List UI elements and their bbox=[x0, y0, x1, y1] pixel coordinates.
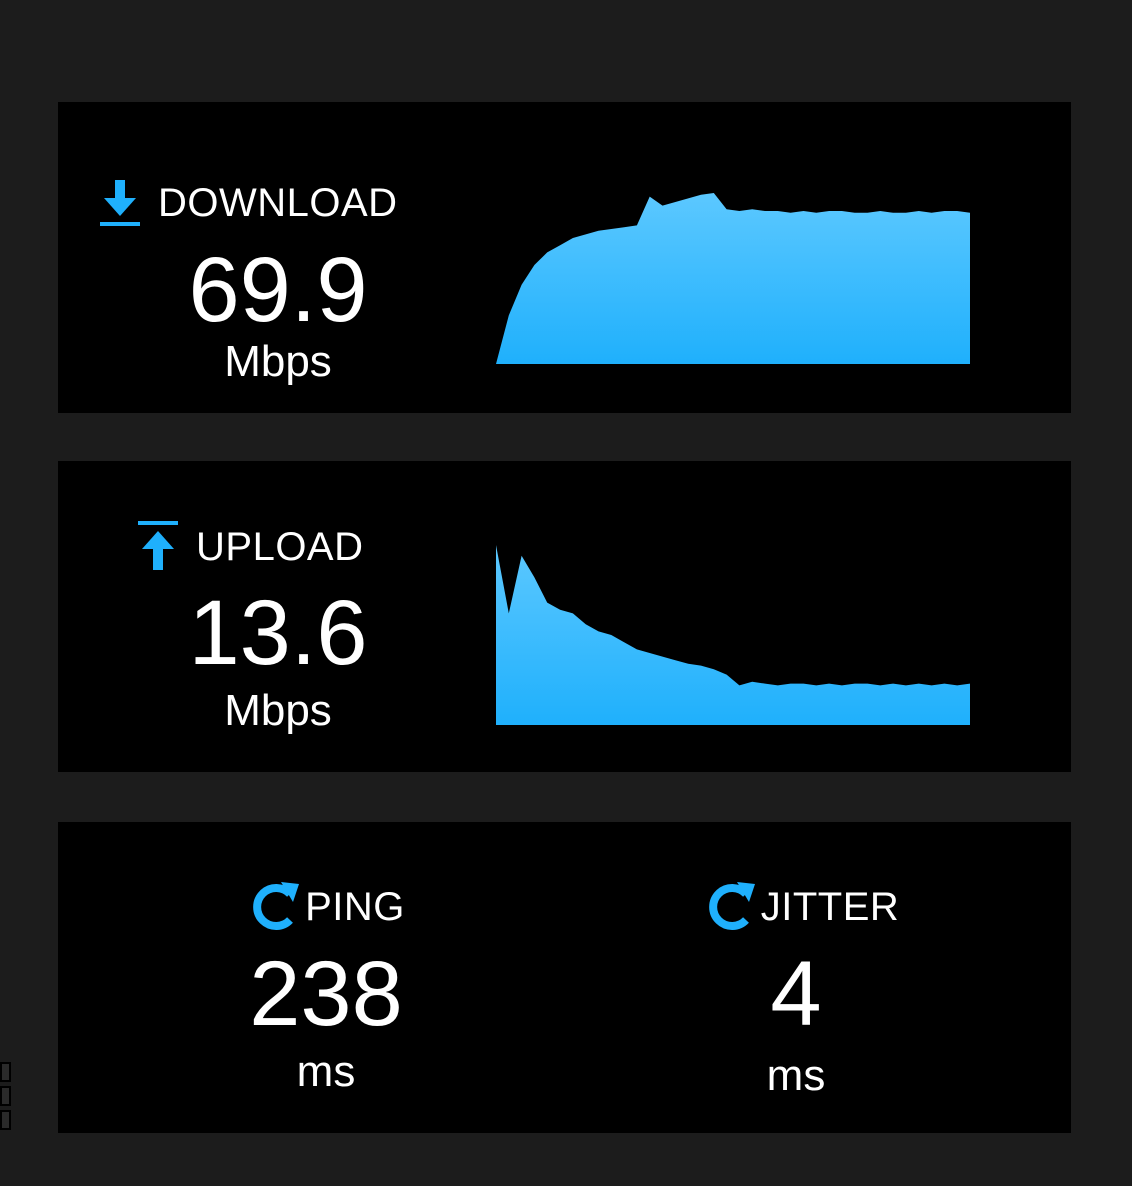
download-speed-unit: Mbps bbox=[224, 337, 332, 386]
upload-speed-unit: Mbps bbox=[224, 686, 332, 735]
download-label: DOWNLOAD bbox=[158, 181, 398, 225]
download-header: DOWNLOAD bbox=[100, 178, 398, 228]
upload-graph-area bbox=[496, 545, 970, 725]
edge-handle-segment bbox=[0, 1062, 11, 1082]
edge-handle[interactable] bbox=[0, 1062, 11, 1132]
download-speed-value: 69.9 bbox=[188, 239, 368, 341]
jitter-section: JITTER 4 ms bbox=[606, 874, 986, 1104]
upload-header: UPLOAD bbox=[138, 521, 364, 573]
upload-speed-value: 13.6 bbox=[188, 582, 368, 684]
jitter-header: JITTER bbox=[606, 880, 986, 934]
latency-card: PING 238 ms JITTER 4 ms bbox=[58, 822, 1071, 1133]
refresh-icon bbox=[703, 880, 757, 934]
ping-label: PING bbox=[305, 885, 405, 929]
upload-card: UPLOAD 13.6 Mbps bbox=[58, 461, 1071, 772]
download-arrow-icon bbox=[100, 178, 140, 228]
download-graph-area bbox=[496, 193, 970, 364]
jitter-unit: ms bbox=[766, 1051, 826, 1100]
upload-arrow-icon bbox=[138, 521, 178, 573]
jitter-value: 4 bbox=[770, 943, 822, 1045]
refresh-icon bbox=[247, 880, 301, 934]
ping-section: PING 238 ms bbox=[136, 874, 516, 1104]
upload-speed-graph bbox=[496, 545, 970, 725]
download-speed-graph bbox=[496, 193, 970, 364]
edge-handle-segment bbox=[0, 1086, 11, 1106]
edge-handle-segment bbox=[0, 1110, 11, 1130]
jitter-label: JITTER bbox=[760, 885, 900, 929]
ping-unit: ms bbox=[296, 1047, 356, 1096]
ping-value: 238 bbox=[249, 943, 403, 1045]
download-card: DOWNLOAD 69.9 Mbps bbox=[58, 102, 1071, 413]
upload-label: UPLOAD bbox=[196, 525, 364, 569]
ping-header: PING bbox=[136, 880, 516, 934]
